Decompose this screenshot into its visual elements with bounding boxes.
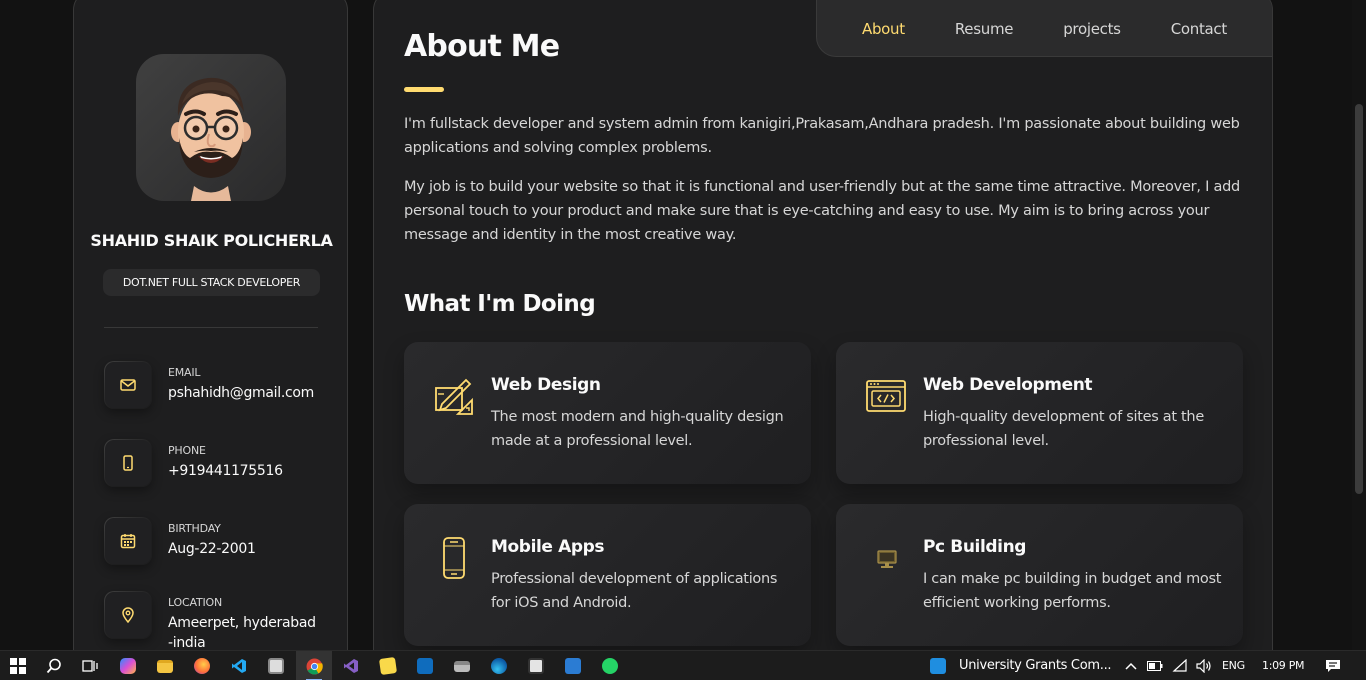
language-indicator[interactable]: ENG xyxy=(1222,659,1245,672)
search-icon[interactable] xyxy=(36,651,72,680)
phone-label: PHONE xyxy=(168,444,206,457)
design-tools-icon xyxy=(435,378,473,415)
monitor-icon xyxy=(877,550,897,568)
profile-name: SHAHID SHAIK POLICHERLA xyxy=(90,231,333,250)
battery-icon[interactable] xyxy=(1144,651,1166,680)
memoji-avatar-icon xyxy=(171,77,251,201)
service-title: Mobile Apps xyxy=(491,537,605,557)
service-title: Web Design xyxy=(491,375,601,395)
windows-start-icon[interactable] xyxy=(0,651,36,680)
contact-phone: PHONE +919441175516 xyxy=(104,439,334,489)
chevron-up-icon[interactable] xyxy=(1120,651,1142,680)
top-navbar: About Resume projects Contact xyxy=(816,0,1272,57)
about-paragraph-2: My job is to build your website so that … xyxy=(404,179,1241,243)
mail-icon xyxy=(104,361,152,409)
mobile-icon xyxy=(443,537,465,579)
visual-studio-icon[interactable] xyxy=(333,651,369,680)
file-explorer-icon[interactable] xyxy=(147,651,183,680)
service-card-mobile-apps: Mobile Apps Professional development of … xyxy=(404,504,811,646)
copilot-icon[interactable] xyxy=(110,651,146,680)
volume-icon[interactable] xyxy=(1192,651,1216,680)
windows-taskbar: University Grants Com... ENG 1:09 PM xyxy=(0,650,1366,680)
service-card-web-design: Web Design The most modern and high-qual… xyxy=(404,342,811,484)
nav-contact[interactable]: Contact xyxy=(1171,20,1228,38)
news-weather-icon[interactable] xyxy=(922,651,954,680)
whatsapp-icon[interactable] xyxy=(592,651,628,680)
page-scrollbar[interactable] xyxy=(1352,0,1366,650)
wifi-icon[interactable] xyxy=(1168,651,1192,680)
scrollbar-thumb[interactable] xyxy=(1355,104,1363,494)
phone-link[interactable]: +919441175516 xyxy=(168,463,318,479)
title-underline xyxy=(404,87,444,92)
service-text: Professional development of applications… xyxy=(491,571,778,611)
email-link[interactable]: pshahidh@gmail.com xyxy=(168,385,318,401)
about-paragraph-1: I'm fullstack developer and system admin… xyxy=(404,116,1240,156)
clock[interactable]: 1:09 PM xyxy=(1262,659,1305,672)
vscode-icon[interactable] xyxy=(221,651,257,680)
phone-icon xyxy=(104,439,152,487)
news-headline[interactable]: University Grants Com... xyxy=(959,658,1112,673)
location-label: LOCATION xyxy=(168,596,222,609)
service-text: The most modern and high-quality design … xyxy=(491,409,784,449)
outlook-icon[interactable] xyxy=(407,651,443,680)
contact-email: EMAIL pshahidh@gmail.com xyxy=(104,361,334,411)
browser-viewport: SHAHID SHAIK POLICHERLA DOT.NET FULL STA… xyxy=(0,0,1366,650)
nav-resume[interactable]: Resume xyxy=(955,20,1014,38)
birthday-label: BIRTHDAY xyxy=(168,522,221,535)
avatar xyxy=(136,54,286,201)
printer-icon[interactable] xyxy=(444,651,480,680)
sidebar-separator xyxy=(104,327,318,328)
chrome-icon[interactable] xyxy=(296,651,332,680)
terminal-icon[interactable] xyxy=(258,651,294,680)
task-view-icon[interactable] xyxy=(72,651,108,680)
birthday-value: Aug-22-2001 xyxy=(168,541,256,557)
page-title: About Me xyxy=(404,29,560,64)
service-text: I can make pc building in budget and mos… xyxy=(923,571,1222,611)
firefox-icon[interactable] xyxy=(184,651,220,680)
email-label: EMAIL xyxy=(168,366,201,379)
sticky-notes-icon[interactable] xyxy=(370,651,406,680)
service-card-web-development: Web Development High-quality development… xyxy=(836,342,1243,484)
service-title: Web Development xyxy=(923,375,1093,395)
word-icon[interactable] xyxy=(555,651,591,680)
service-text: High-quality development of sites at the… xyxy=(923,409,1204,449)
service-title: Pc Building xyxy=(923,537,1027,557)
calendar-icon xyxy=(104,517,152,565)
service-card-pc-building: Pc Building I can make pc building in bu… xyxy=(836,504,1243,646)
profile-sidebar: SHAHID SHAIK POLICHERLA DOT.NET FULL STA… xyxy=(73,0,348,650)
nav-about[interactable]: About xyxy=(862,20,905,38)
about-article: About Resume projects Contact About Me I… xyxy=(373,0,1273,650)
contact-location: LOCATION Ameerpet, hyderabad -india xyxy=(104,591,334,650)
edge-icon[interactable] xyxy=(481,651,517,680)
services-heading: What I'm Doing xyxy=(404,291,596,317)
location-icon xyxy=(104,591,152,639)
sql-management-icon[interactable] xyxy=(518,651,554,680)
code-window-icon xyxy=(866,380,906,412)
profile-title-badge: DOT.NET FULL STACK DEVELOPER xyxy=(103,269,320,296)
notifications-icon[interactable] xyxy=(1318,651,1348,680)
contact-birthday: BIRTHDAY Aug-22-2001 xyxy=(104,517,334,567)
location-value: Ameerpet, hyderabad -india xyxy=(168,615,316,650)
nav-projects[interactable]: projects xyxy=(1063,20,1121,38)
